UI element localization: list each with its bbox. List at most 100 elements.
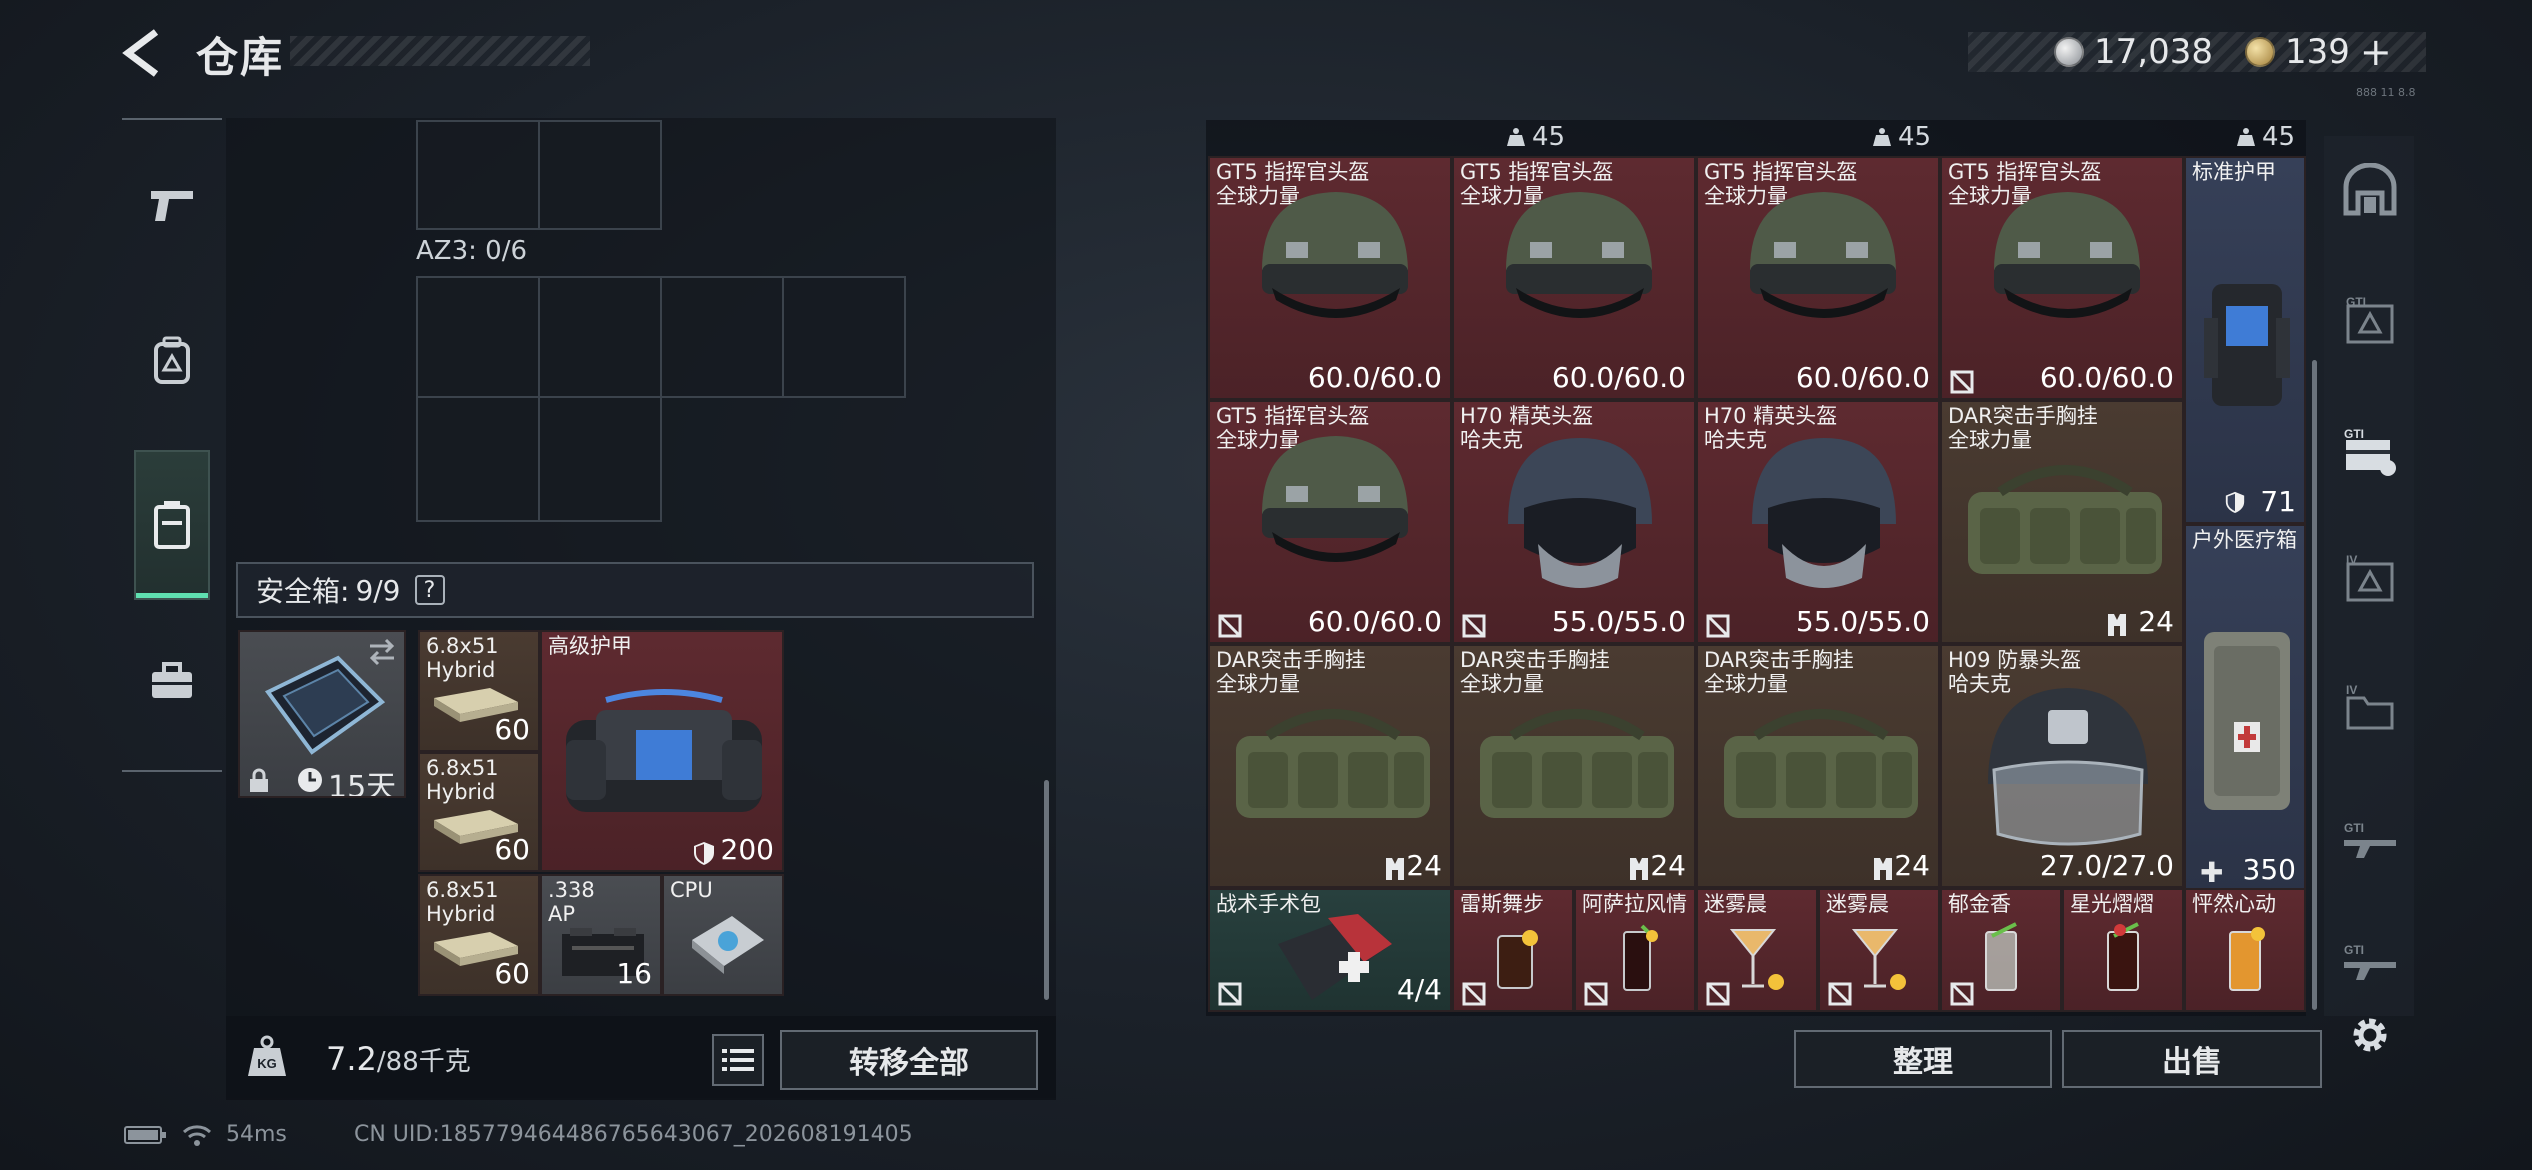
armor-item[interactable]: 高级护甲 200 [540,630,784,872]
elite-helmet-image [1752,438,1896,588]
commander-helmet-image [1506,192,1652,318]
ammo-item[interactable]: 6.8x51 Hybrid 60 [418,752,540,872]
helmet-item[interactable]: H70 精英头盔 哈夫克 55.0/55.0 [1452,400,1696,644]
ammo-item[interactable]: 6.8x51 Hybrid 60 [418,630,540,752]
chest-rig-item[interactable]: DAR突击手胸挂 全球力量 24 [1696,644,1940,888]
martini-glass-icon [1729,929,1784,990]
weight-value: 7.2 [326,1040,377,1078]
capacity-icon [1874,858,1892,880]
az3-slot[interactable] [538,276,662,398]
az-slot[interactable] [538,120,662,230]
tab-gti-4[interactable]: GTI [2330,920,2410,1000]
cpu-item[interactable]: CPU [662,874,784,996]
stash-scrollbar[interactable] [2312,360,2317,1010]
chest-rig-image [1724,709,1918,818]
add-currency-button[interactable]: + [2360,30,2392,74]
az3-slot[interactable] [416,276,540,398]
az3-slot[interactable] [416,396,540,522]
svg-text:IV: IV [2346,553,2357,567]
helmet-item[interactable]: GT5 指挥官头盔 全球力量 60.0/60.0 [1208,400,1452,644]
nav-safebox[interactable] [134,450,210,600]
gti-gun-icon: GTI [2344,943,2396,980]
item-durability: 60.0/60.0 [1551,361,1686,394]
surgery-kit-image [1278,914,1392,1000]
drink-item[interactable]: 郁金香 [1940,888,2062,1012]
item-capacity: 24 [2138,605,2174,638]
az3-slot[interactable] [782,276,906,398]
item-name: 6.8x51 Hybrid [426,756,499,804]
az3-label: AZ3: 0/6 [416,236,528,266]
az-slot[interactable] [416,120,540,230]
transfer-all-button[interactable]: 转移全部 [780,1030,1038,1090]
surgery-kit-item[interactable]: 战术手术包 4/4 [1208,888,1452,1012]
helmet-item[interactable]: GT5 指挥官头盔 全球力量 60.0/60.0 [1208,156,1452,400]
az3-slot[interactable] [538,396,662,522]
item-weight: 45 [2236,122,2295,152]
item-durability: 55.0/55.0 [1795,605,1930,638]
settings-button[interactable] [2330,996,2410,1074]
nav-toolbox[interactable] [134,606,210,756]
weight-icon [1873,128,1891,146]
helmet-item[interactable]: GT5 指挥官头盔 全球力量 60.0/60.0 [1696,156,1940,400]
tab-gti-2[interactable]: GTI [2330,412,2410,492]
chest-rig-image [1968,465,2162,574]
tab-gti-1[interactable]: GTI [2330,282,2410,362]
help-button[interactable]: ? [414,575,445,605]
collection-icon [2343,163,2397,216]
chest-rig-item[interactable]: DAR突击手胸挂 全球力量 24 [1208,644,1452,888]
drink-item[interactable]: 雷斯舞步 [1452,888,1574,1012]
left-scrollbar[interactable] [1044,780,1049,1000]
helmet-item[interactable]: GT5 指挥官头盔 全球力量 60.0/60.0 [1452,156,1696,400]
safebox-case[interactable]: 15天 [238,630,406,798]
helmet-item[interactable]: GT5 指挥官头盔 全球力量 60.0/60.0 [1940,156,2184,400]
chest-rig-image [1480,709,1674,818]
drink-item[interactable]: 阿萨拉风情 [1574,888,1696,1012]
silver-currency-value: 17,038 [2094,32,2213,72]
drink-item[interactable]: 怦然心动 [2184,888,2306,1012]
gold-currency-value: 139 [2284,32,2350,72]
tab-iv-2[interactable]: IV [2330,668,2410,748]
chest-rig-item[interactable]: DAR突击手胸挂 全球力量 24 [1940,400,2184,644]
armor-item[interactable]: 标准护甲 71 [2184,156,2306,524]
shield-icon [694,842,714,865]
tab-collection[interactable] [2330,150,2410,230]
lock-icon [250,768,268,792]
sort-button[interactable]: 整理 [1794,1030,2052,1088]
svg-text:KG: KG [257,1056,277,1071]
briefcase-icon [152,662,192,698]
drink-item[interactable]: 迷雾晨 [1696,888,1818,1012]
status-bar: 54ms [124,1122,287,1147]
list-view-button[interactable] [712,1034,764,1086]
capacity-icon [2108,614,2126,636]
no-trade-icon [1828,982,1852,1006]
safebox-header: 安全箱: 9/9 ? [236,562,1034,618]
item-name: 标准护甲 [2192,160,2276,184]
tab-iv-1[interactable]: IV [2330,540,2410,620]
nav-backpack[interactable] [134,286,210,436]
gti-badge-icon: GTI [2346,295,2394,344]
ammo-item[interactable]: .338 AP 16 [540,874,662,996]
helmet-item[interactable]: H70 精英头盔 哈夫克 55.0/55.0 [1696,400,1940,644]
drink-item[interactable]: 迷雾晨 [1818,888,1940,1012]
sell-button[interactable]: 出售 [2062,1030,2322,1088]
back-arrow-icon [122,29,159,77]
medkit-item[interactable]: 户外医疗箱 ✚ 350 [2184,524,2306,892]
standard-armor-image [2204,284,2290,406]
capacity-icon [1386,858,1404,880]
armor-durability: 200 [720,833,774,866]
highball-glass-icon [2229,927,2265,991]
chest-rig-item[interactable]: DAR突击手胸挂 全球力量 24 [1452,644,1696,888]
cocktail-glass-icon [1497,930,1538,989]
tab-gti-3[interactable]: GTI [2330,798,2410,878]
no-trade-icon [1584,982,1608,1006]
az3-slot[interactable] [660,276,784,398]
nav-weapon[interactable] [134,130,210,280]
battery-icon [124,1125,166,1144]
riot-helmet-item[interactable]: H09 防暴头盔 哈夫克 27.0/27.0 [1940,644,2184,888]
item-name: 怦然心动 [2192,892,2276,916]
back-button[interactable] [118,28,174,78]
drink-item[interactable]: 星光熠熠 [2062,888,2184,1012]
kg-weight-icon: KG [244,1034,290,1080]
ping-text: 54ms [226,1122,287,1147]
ammo-item[interactable]: 6.8x51 Hybrid 60 [418,874,540,996]
